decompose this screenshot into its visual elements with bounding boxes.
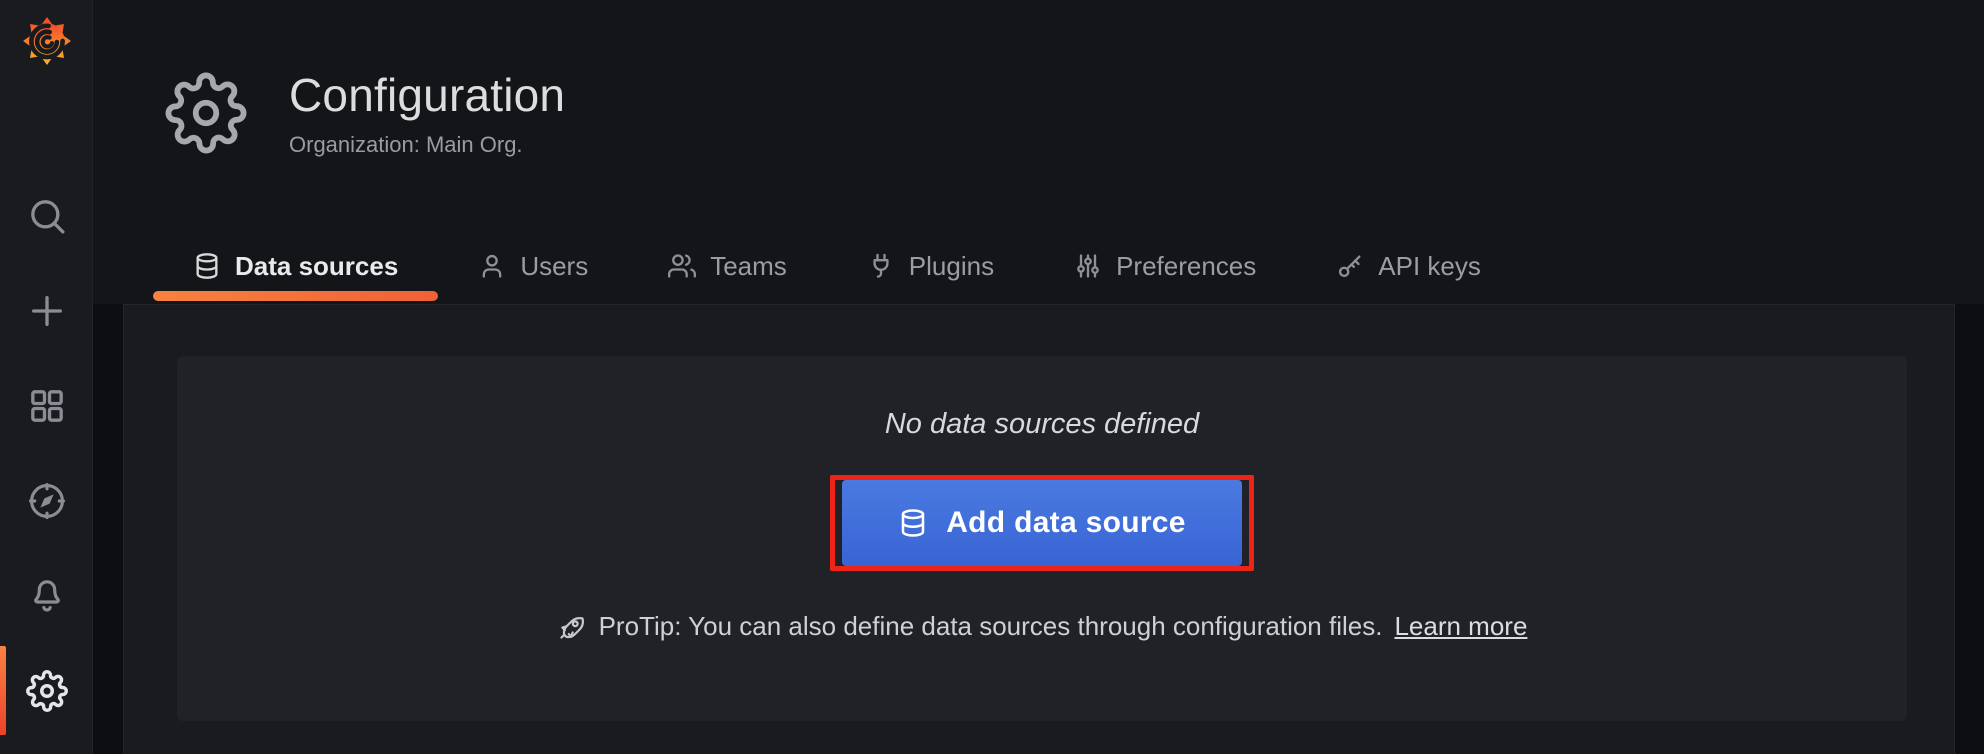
page-subtitle: Organization: Main Org. <box>289 132 565 158</box>
key-icon <box>1336 252 1364 280</box>
annotation-highlight-box: Add data source <box>830 475 1254 571</box>
plus-icon <box>27 291 67 331</box>
learn-more-link[interactable]: Learn more <box>1394 611 1527 642</box>
add-data-source-label: Add data source <box>946 506 1186 540</box>
tab-label: Preferences <box>1116 251 1256 282</box>
search-icon <box>27 196 67 236</box>
page-header: Configuration Organization: Main Org. <box>165 68 565 158</box>
tab-label: Plugins <box>909 251 994 282</box>
page-header-band: Configuration Organization: Main Org. Da… <box>93 0 1984 304</box>
sidebar-item-explore[interactable] <box>0 453 93 548</box>
tab-preferences[interactable]: Preferences <box>1034 228 1296 304</box>
sidebar-item-search[interactable] <box>0 168 93 263</box>
tab-teams[interactable]: Teams <box>628 228 827 304</box>
bell-icon <box>27 576 67 616</box>
tab-content: No data sources defined Add data source <box>123 304 1955 754</box>
tab-label: Users <box>520 251 588 282</box>
sidebar-nav <box>0 168 93 738</box>
tab-plugins[interactable]: Plugins <box>827 228 1034 304</box>
add-data-source-button[interactable]: Add data source <box>842 480 1242 566</box>
grafana-logo[interactable] <box>0 16 93 66</box>
database-icon <box>193 252 221 280</box>
data-sources-empty-card: No data sources defined Add data source <box>177 356 1907 721</box>
grafana-logo-icon <box>22 16 72 66</box>
empty-state-message: No data sources defined <box>885 408 1199 441</box>
database-icon <box>898 508 928 538</box>
page-title: Configuration <box>289 68 565 122</box>
compass-icon <box>26 480 68 522</box>
rocket-icon <box>557 612 587 642</box>
sidebar-item-configuration[interactable] <box>0 643 93 738</box>
content-region: No data sources defined Add data source <box>93 304 1984 754</box>
dashboards-icon <box>27 386 67 426</box>
tab-label: Teams <box>710 251 787 282</box>
users-icon <box>668 252 696 280</box>
sidebar <box>0 0 93 754</box>
sidebar-item-dashboards[interactable] <box>0 358 93 453</box>
configuration-gear-icon <box>165 72 247 154</box>
plug-icon <box>867 252 895 280</box>
page-titles: Configuration Organization: Main Org. <box>289 68 565 158</box>
tab-data-sources[interactable]: Data sources <box>153 228 438 304</box>
gear-icon <box>26 670 68 712</box>
tab-api-keys[interactable]: API keys <box>1296 228 1521 304</box>
sidebar-item-alerting[interactable] <box>0 548 93 643</box>
tab-label: Data sources <box>235 251 398 282</box>
sliders-icon <box>1074 252 1102 280</box>
tab-label: API keys <box>1378 251 1481 282</box>
protip-text: ProTip: You can also define data sources… <box>599 611 1383 642</box>
tab-bar: Data sources Users Teams <box>93 228 1984 304</box>
user-icon <box>478 252 506 280</box>
tab-users[interactable]: Users <box>438 228 628 304</box>
protip: ProTip: You can also define data sources… <box>557 611 1528 642</box>
sidebar-item-create[interactable] <box>0 263 93 358</box>
